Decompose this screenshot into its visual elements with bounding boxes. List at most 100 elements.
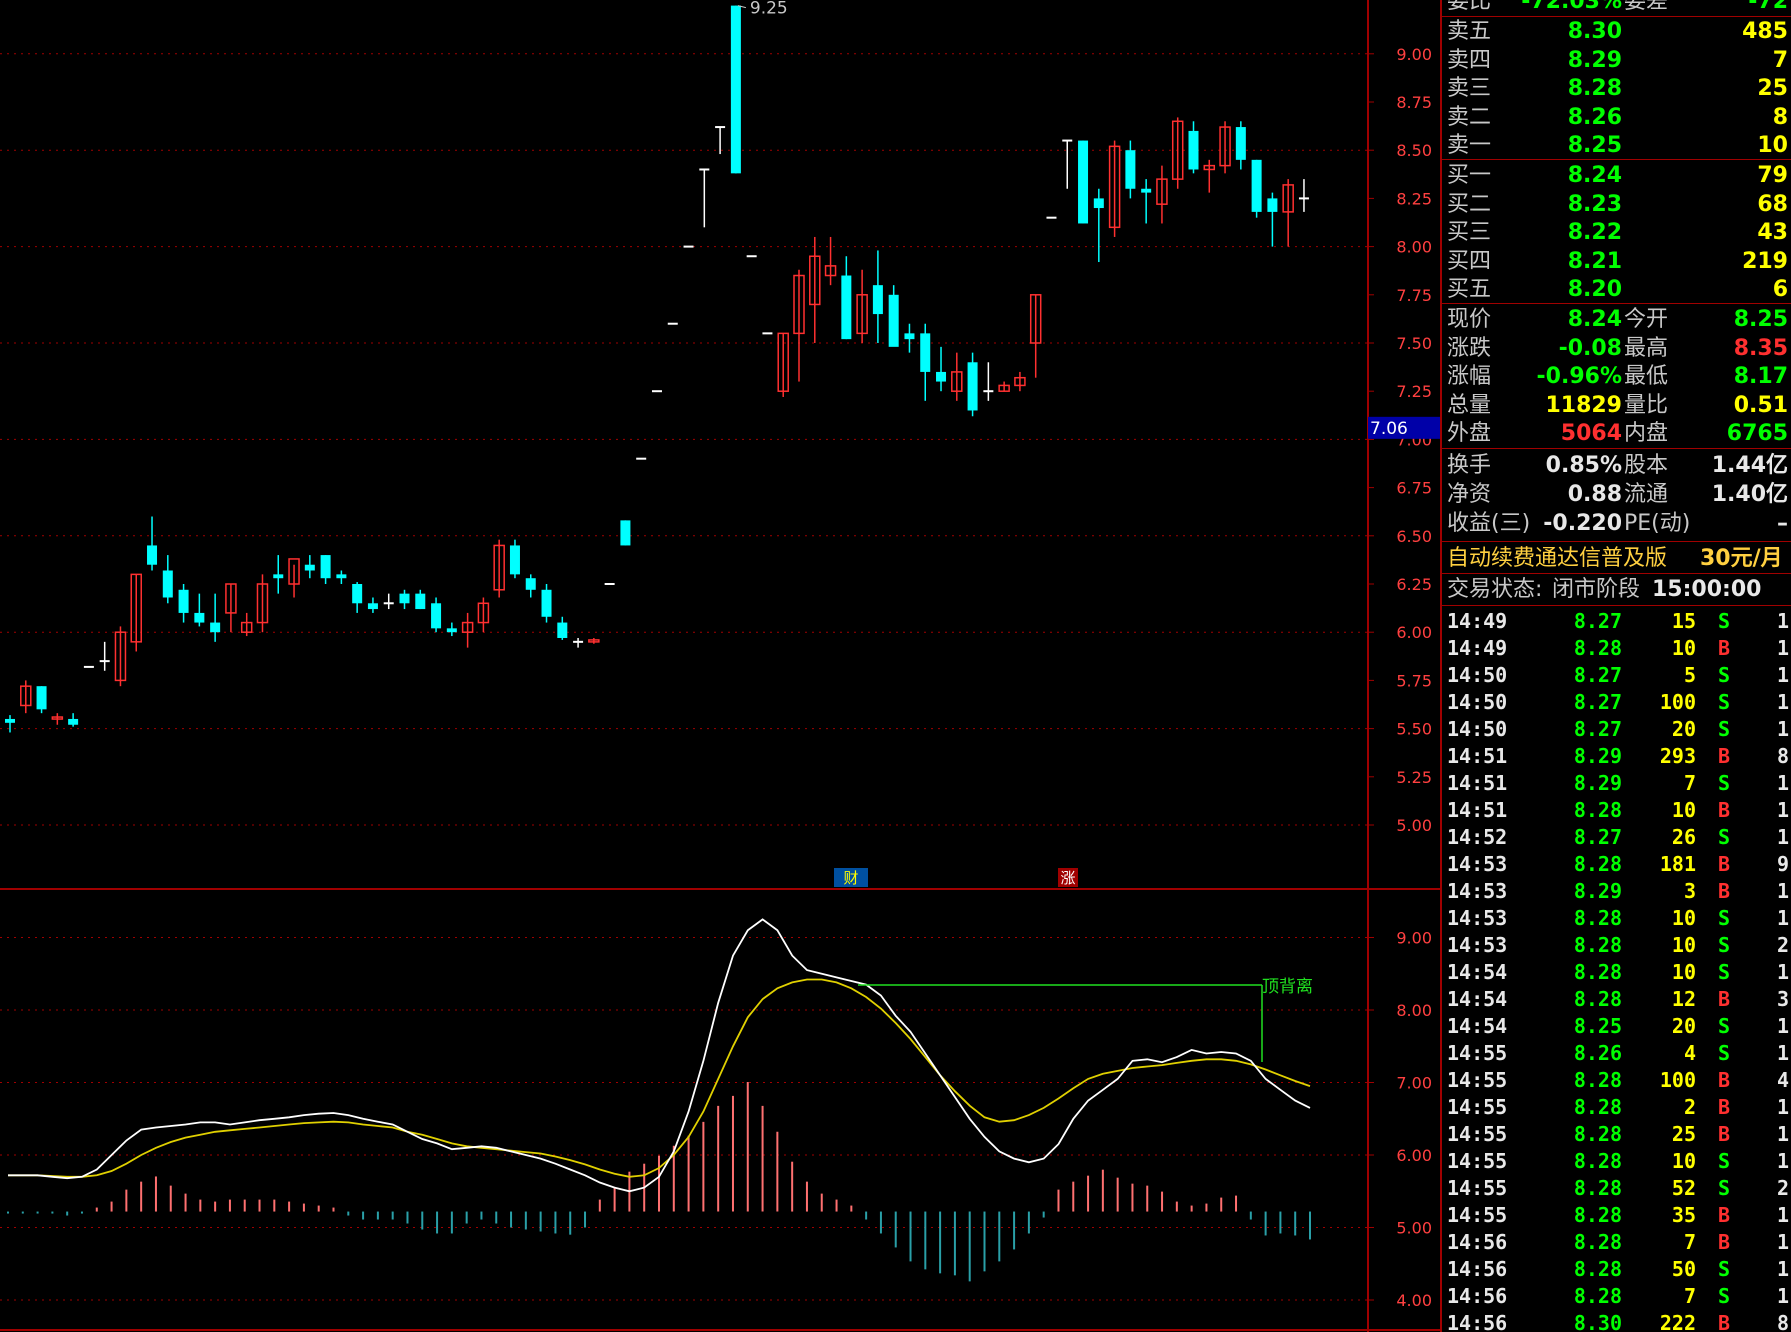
- candle-down: [1188, 130, 1199, 170]
- ask-level-row: 卖四 8.29 7: [1442, 47, 1791, 75]
- promo-price[interactable]: 30元/月: [1700, 545, 1783, 573]
- tick-row[interactable]: 14:50 8.27 5 S 1: [1442, 662, 1791, 689]
- macd-dif-line: [8, 918, 1311, 1193]
- tick-row[interactable]: 14:55 8.28 2 B 1: [1442, 1094, 1791, 1121]
- tick-row[interactable]: 14:53 8.28 10 S 1: [1442, 905, 1791, 932]
- quote-value: 8.24: [1567, 307, 1622, 332]
- ask-level-row: 卖一 8.25 10: [1442, 132, 1791, 160]
- quote-value-2: 8.35: [1733, 335, 1788, 361]
- quote-value: 11829: [1545, 392, 1622, 418]
- tick-row[interactable]: 14:54 8.28 10 S 1: [1442, 959, 1791, 986]
- candle-down: [557, 622, 568, 638]
- tick-row[interactable]: 14:50 8.27 20 S 1: [1442, 716, 1791, 743]
- tick-row[interactable]: 14:54 8.25 20 S 1: [1442, 1013, 1791, 1040]
- finance-label: 换手: [1447, 453, 1492, 478]
- tick-row[interactable]: 14:54 8.28 12 B 3: [1442, 986, 1791, 1013]
- candle-down: [730, 5, 741, 174]
- tick-count: 3: [1777, 987, 1790, 1011]
- tick-row[interactable]: 14:51 8.29 293 B 8: [1442, 743, 1791, 770]
- quote-value: -0.96%: [1536, 364, 1622, 389]
- tick-row[interactable]: 14:56 8.28 50 S 1: [1442, 1256, 1791, 1283]
- tick-row[interactable]: 14:55 8.28 25 B 1: [1442, 1121, 1791, 1148]
- tick-volume: 10: [1671, 933, 1696, 957]
- tick-side: B: [1718, 1230, 1731, 1254]
- tick-row[interactable]: 14:51 8.28 10 B 1: [1442, 797, 1791, 824]
- tick-row[interactable]: 14:50 8.27 100 S 1: [1442, 689, 1791, 716]
- tick-row[interactable]: 14:53 8.28 10 S 2: [1442, 932, 1791, 959]
- bid-price: 8.23: [1567, 191, 1622, 217]
- ask-price: 8.29: [1567, 47, 1622, 73]
- tick-volume: 5: [1683, 663, 1696, 687]
- tick-count: 2: [1777, 933, 1790, 957]
- macd-tick-label: 6.00: [1396, 1146, 1432, 1165]
- macd-tick-label: 7.00: [1396, 1074, 1432, 1093]
- tick-side: B: [1718, 1068, 1731, 1092]
- ask-level-row: 卖二 8.26 8: [1442, 104, 1791, 132]
- quote-label-2: 最高: [1624, 335, 1669, 361]
- tick-row[interactable]: 14:49 8.28 10 B 1: [1442, 635, 1791, 662]
- bid-volume: 6: [1772, 277, 1788, 302]
- price-tick-label: 6.25: [1396, 575, 1432, 594]
- tick-count: 1: [1777, 717, 1790, 741]
- tick-row[interactable]: 14:55 8.28 52 S 2: [1442, 1175, 1791, 1202]
- price-tick-label: 8.75: [1396, 93, 1432, 112]
- price-tick-label: 5.00: [1396, 816, 1432, 835]
- tick-row[interactable]: 14:55 8.26 4 S 1: [1442, 1040, 1791, 1067]
- finance-value: -0.220: [1543, 511, 1622, 536]
- tick-count: 1: [1777, 1095, 1790, 1119]
- tick-time: 14:49: [1447, 609, 1508, 633]
- candle-down: [1267, 198, 1278, 212]
- candle-down: [36, 686, 47, 710]
- tick-time: 14:55: [1447, 1041, 1508, 1065]
- tick-row[interactable]: 14:49 8.27 15 S 1: [1442, 608, 1791, 635]
- tick-count: 1: [1777, 825, 1790, 849]
- tick-row[interactable]: 14:56 8.28 7 B 1: [1442, 1229, 1791, 1256]
- kline-chart-area[interactable]: 9.00 8.75 8.50 8.25 8.00 7.75 7.50 7.25 7.00 6.75…: [0, 0, 1440, 1332]
- ask-volume: 10: [1757, 133, 1788, 158]
- tick-time: 14:53: [1447, 852, 1508, 876]
- quote-label-2: 内盘: [1624, 421, 1669, 446]
- tick-row[interactable]: 14:51 8.29 7 S 1: [1442, 770, 1791, 797]
- tick-row[interactable]: 14:55 8.28 100 B 4: [1442, 1067, 1791, 1094]
- macd-dea-line: [8, 978, 1311, 1178]
- candle-down: [509, 545, 520, 575]
- candle-down: [920, 333, 931, 372]
- tick-time: 14:55: [1447, 1122, 1508, 1146]
- bid-label: 买一: [1447, 163, 1492, 188]
- tick-count: 1: [1777, 1014, 1790, 1038]
- tick-row[interactable]: 14:55 8.28 35 B 1: [1442, 1202, 1791, 1229]
- promo-row[interactable]: 自动续费通达信普及版 30元/月: [1442, 545, 1791, 573]
- promo-text[interactable]: 自动续费通达信普及版: [1447, 545, 1667, 573]
- ask-label: 卖四: [1447, 47, 1492, 73]
- bid-level-row: 买五 8.20 6: [1442, 276, 1791, 304]
- price-tick-label: 5.75: [1396, 671, 1432, 690]
- tick-row[interactable]: 14:52 8.27 26 S 1: [1442, 824, 1791, 851]
- quote-label: 现价: [1447, 307, 1492, 332]
- tick-count: 1: [1777, 1149, 1790, 1173]
- candle-down: [210, 622, 221, 633]
- candle-down: [367, 603, 378, 610]
- price-tick-label: 7.75: [1396, 286, 1432, 305]
- finance-label-2: PE(动): [1624, 511, 1691, 536]
- tick-side: S: [1718, 960, 1731, 984]
- price-tick-label: 9.00: [1396, 45, 1432, 64]
- tick-row[interactable]: 14:56 8.28 7 S 1: [1442, 1283, 1791, 1310]
- tick-count: 1: [1777, 1230, 1790, 1254]
- tick-count: 1: [1777, 906, 1790, 930]
- quote-row: 现价 8.24 今开 8.25: [1442, 306, 1791, 334]
- tick-side: S: [1718, 690, 1731, 714]
- price-axis: 9.008.758.508.258.007.757.507.257.006.75…: [1368, 45, 1440, 835]
- quote-value: -0.08: [1558, 335, 1622, 361]
- bid-volume: 219: [1742, 248, 1788, 274]
- tick-row[interactable]: 14:56 8.30 222 B 8: [1442, 1310, 1791, 1332]
- quote-side-panel: 委比 -72.03% 委差 -72 卖五 8.30 485 卖四 8.29 7 卖三 8.28…: [1440, 0, 1791, 1332]
- tick-count: 1: [1777, 771, 1790, 795]
- candle-down: [304, 564, 315, 571]
- candle-down: [1141, 188, 1152, 193]
- tick-volume: 35: [1671, 1203, 1696, 1227]
- tick-row[interactable]: 14:55 8.28 10 S 1: [1442, 1148, 1791, 1175]
- tick-row[interactable]: 14:53 8.29 3 B 1: [1442, 878, 1791, 905]
- bid-level-row: 买一 8.24 79: [1442, 162, 1791, 190]
- tick-row[interactable]: 14:53 8.28 181 B 9: [1442, 851, 1791, 878]
- tick-time: 14:55: [1447, 1068, 1508, 1092]
